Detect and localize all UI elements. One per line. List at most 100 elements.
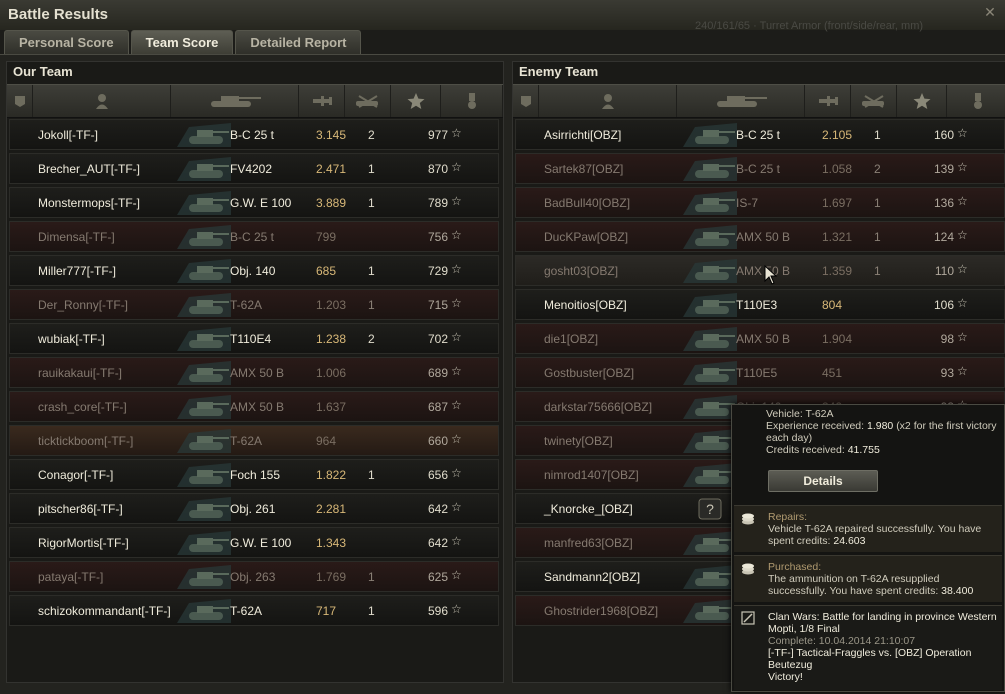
xp-value: 977 <box>427 128 448 142</box>
player-header-icon[interactable] <box>33 85 171 117</box>
enemy-team-row[interactable]: die1[OBZ] AMX 50 B 1.904 98 ☆ <box>515 323 1005 354</box>
tank-icon <box>681 325 739 352</box>
kills-value: 1 <box>874 230 881 244</box>
repairs-message: Repairs: Vehicle T-62A repaired successf… <box>734 505 1002 552</box>
damage-value: 1.697 <box>822 196 853 210</box>
tank-icon <box>681 121 739 148</box>
title-bar: Battle Results 240/161/65 · Turret Armor… <box>0 0 1005 32</box>
player-name: Jokoll[-TF-] <box>38 128 98 142</box>
tab-team-score[interactable]: Team Score <box>130 30 234 55</box>
player-name: darkstar75666[OBZ] <box>544 400 653 414</box>
tank-icon <box>175 393 233 420</box>
damage-value: 1.359 <box>822 264 853 278</box>
tank-icon <box>175 597 233 624</box>
squad-header-icon[interactable] <box>513 85 539 117</box>
kills-header-icon[interactable] <box>851 85 897 117</box>
tank-name: B-C 25 t <box>230 128 275 142</box>
xp-star-icon: ☆ <box>451 126 462 140</box>
tank-icon <box>175 325 233 352</box>
enemy-team-row[interactable]: Gostbuster[OBZ] T110E5 451 93 ☆ <box>515 357 1005 388</box>
tooltip-experience: Experience received: 1.980 (x2 for the f… <box>766 420 997 444</box>
kills-header-icon[interactable] <box>345 85 391 117</box>
damage-value: 2.105 <box>822 128 853 142</box>
xp-star-icon: ☆ <box>451 160 462 174</box>
xp-value: 789 <box>427 196 448 210</box>
tooltip-credits: Credits received: 41.755 <box>766 444 880 456</box>
tank-name: B-C 25 t <box>736 162 781 176</box>
player-name: Dimensa[-TF-] <box>38 230 115 244</box>
enemy-team-row[interactable]: Menoitios[OBZ] T110E3 804 106 ☆ <box>515 289 1005 320</box>
squad-header-icon[interactable] <box>7 85 33 117</box>
enemy-team-row[interactable]: Asirrichti[OBZ] B-C 25 t 2.105 1 160 ☆ <box>515 119 1005 150</box>
player-name: Asirrichti[OBZ] <box>544 128 622 142</box>
medal-header-icon[interactable] <box>441 85 503 117</box>
our-team-row[interactable]: RigorMortis[-TF-] G.W. E 100 1.343 642 ☆ <box>9 527 499 558</box>
window-title: Battle Results <box>8 6 109 23</box>
our-team-row[interactable]: schizokommandant[-TF-] T-62A 717 1 596 ☆ <box>9 595 499 626</box>
xp-star-icon: ☆ <box>957 160 968 174</box>
damage-value: 685 <box>316 264 337 278</box>
vehicle-header-icon[interactable] <box>677 85 805 117</box>
tank-icon <box>175 461 233 488</box>
our-team-row[interactable]: Dimensa[-TF-] B-C 25 t 799 756 ☆ <box>9 221 499 252</box>
xp-value: 124 <box>933 230 954 244</box>
xp-header-icon[interactable] <box>391 85 441 117</box>
damage-value: 964 <box>316 434 337 448</box>
player-name: Sartek87[OBZ] <box>544 162 624 176</box>
enemy-team-column-header <box>513 84 1005 118</box>
damage-header-icon[interactable] <box>805 85 851 117</box>
player-name: gosht03[OBZ] <box>544 264 619 278</box>
details-button[interactable]: Details <box>768 470 878 492</box>
xp-star-icon: ☆ <box>451 228 462 242</box>
enemy-team-row[interactable]: gosht03[OBZ] AMX 50 B 1.359 1 110 ☆ <box>515 255 1005 286</box>
xp-star-icon: ☆ <box>957 330 968 344</box>
medal-header-icon[interactable] <box>947 85 1005 117</box>
our-team-row[interactable]: Jokoll[-TF-] B-C 25 t 3.145 2 977 ☆ <box>9 119 499 150</box>
kills-value: 2 <box>368 332 375 346</box>
enemy-team-row[interactable]: Sartek87[OBZ] B-C 25 t 1.058 2 139 ☆ <box>515 153 1005 184</box>
xp-value: 625 <box>427 570 448 584</box>
xp-star-icon: ☆ <box>451 534 462 548</box>
damage-value: 1.058 <box>822 162 853 176</box>
enemy-team-row[interactable]: BadBull40[OBZ] IS-7 1.697 1 136 ☆ <box>515 187 1005 218</box>
our-team-row[interactable]: rauikakaui[-TF-] AMX 50 B 1.006 689 ☆ <box>9 357 499 388</box>
player-name: RigorMortis[-TF-] <box>38 536 129 550</box>
our-team-row[interactable]: ticktickboom[-TF-] T-62A 964 660 ☆ <box>9 425 499 456</box>
our-team-row[interactable]: Der_Ronny[-TF-] T-62A 1.203 1 715 ☆ <box>9 289 499 320</box>
player-header-icon[interactable] <box>539 85 677 117</box>
our-team-row[interactable]: Miller777[-TF-] Obj. 140 685 1 729 ☆ <box>9 255 499 286</box>
tank-name: Obj. 261 <box>230 502 276 516</box>
our-team-row[interactable]: Monstermops[-TF-] G.W. E 100 3.889 1 789 ☆ <box>9 187 499 218</box>
tab-personal-score[interactable]: Personal Score <box>4 30 129 55</box>
mouse-cursor-icon <box>764 264 778 290</box>
xp-value: 702 <box>427 332 448 346</box>
xp-value: 93 <box>940 366 954 380</box>
kills-value: 1 <box>874 196 881 210</box>
svg-text:?: ? <box>706 501 714 517</box>
our-team-row[interactable]: pataya[-TF-] Obj. 263 1.769 1 625 ☆ <box>9 561 499 592</box>
enemy-team-row[interactable]: DucKPaw[OBZ] AMX 50 B 1.321 1 124 ☆ <box>515 221 1005 252</box>
xp-value: 139 <box>933 162 954 176</box>
damage-value: 717 <box>316 604 337 618</box>
close-icon[interactable]: ✕ <box>981 4 999 22</box>
tank-name: T-62A <box>230 604 263 618</box>
tab-detailed-report[interactable]: Detailed Report <box>235 30 362 55</box>
our-team-row[interactable]: wubiak[-TF-] T110E4 1.238 2 702 ☆ <box>9 323 499 354</box>
our-team-row[interactable]: pitscher86[-TF-] Obj. 261 2.281 642 ☆ <box>9 493 499 524</box>
tank-icon <box>175 121 233 148</box>
damage-value: 1.006 <box>316 366 347 380</box>
tank-icon <box>681 155 739 182</box>
xp-star-icon: ☆ <box>451 296 462 310</box>
player-name: Ghostrider1968[OBZ] <box>544 604 659 618</box>
damage-header-icon[interactable] <box>299 85 345 117</box>
damage-value: 1.637 <box>316 400 347 414</box>
tank-icon <box>175 359 233 386</box>
our-team-row[interactable]: Brecher_AUT[-TF-] FV4202 2.471 1 870 ☆ <box>9 153 499 184</box>
our-team-row[interactable]: Conagor[-TF-] Foch 155 1.822 1 656 ☆ <box>9 459 499 490</box>
our-team-row[interactable]: crash_core[-TF-] AMX 50 B 1.637 687 ☆ <box>9 391 499 422</box>
xp-header-icon[interactable] <box>897 85 947 117</box>
xp-star-icon: ☆ <box>957 126 968 140</box>
vehicle-header-icon[interactable] <box>171 85 299 117</box>
tank-name: AMX 50 B <box>736 332 791 346</box>
tooltip-vehicle: Vehicle: T-62A <box>766 408 834 420</box>
